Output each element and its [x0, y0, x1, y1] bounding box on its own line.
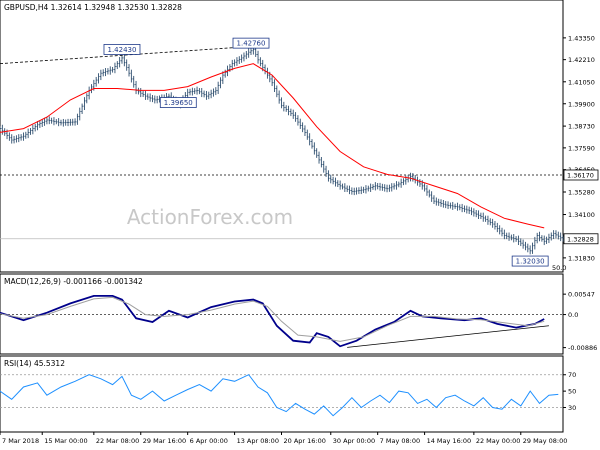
- y-tick-label: 70: [568, 371, 576, 379]
- x-axis: 7 Mar 2018 15 Mar 00:00 22 Mar 08:00 29 Mar…: [0, 432, 567, 445]
- x-tick-label: 7 Mar 2018: [2, 437, 39, 445]
- watermark: ActionForex.com: [127, 205, 293, 229]
- rsi-panel-frame: [0, 355, 564, 433]
- x-tick-label: 6 Apr 00:00: [190, 437, 228, 445]
- x-tick-label: 22 Mar 08:00: [96, 437, 139, 445]
- x-tick-label: 7 May 08:00: [380, 437, 420, 445]
- y-tick-label: 0.00547: [568, 291, 595, 299]
- y-tick-label: 50: [568, 388, 576, 396]
- chart-canvas: ActionForex.com 1.42430 1.42760 1.39650 1.3…: [0, 0, 599, 445]
- y-tick-label: 1.34100: [568, 211, 595, 219]
- price-annotation-label: 1.42760: [237, 40, 266, 48]
- x-tick-label: 30 Apr 00:00: [333, 437, 375, 445]
- y-tick-label: 1.43350: [568, 34, 595, 42]
- y-tick-label: 0.0: [568, 311, 578, 319]
- y-tick-label: 1.42210: [568, 56, 595, 64]
- price-panel-frame: [0, 0, 564, 273]
- y-tick-label: 30: [568, 404, 576, 412]
- x-tick-label: 13 Apr 08:00: [237, 437, 279, 445]
- x-tick-label: 15 Mar 00:00: [44, 437, 87, 445]
- price-annotation-label: 1.42430: [108, 46, 137, 54]
- x-tick-label: 20 Apr 16:00: [284, 437, 326, 445]
- price-edge-label: 50.0: [552, 264, 566, 272]
- y-tick-label: -0.00886: [568, 344, 597, 352]
- rsi-header: RSI(14) 45.5312: [4, 359, 65, 368]
- macd-header: MACD(12,26,9) -0.001166 -0.001342: [4, 277, 143, 286]
- y-tick-label: 1.38730: [568, 123, 595, 131]
- price-badge-label: 1.36170: [567, 171, 594, 179]
- x-tick-label: 14 May 16:00: [427, 437, 472, 445]
- y-tick-label: 1.35280: [568, 188, 595, 196]
- price-annotation-label: 1.32030: [516, 258, 545, 266]
- y-tick-label: 1.37590: [568, 144, 595, 152]
- price-annotation-label: 1.39650: [164, 99, 193, 107]
- y-tick-label: 1.31830: [568, 254, 595, 262]
- price-badge-label: 1.32828: [567, 235, 594, 243]
- price-header: GBPUSD,H4 1.32614 1.32948 1.32530 1.3282…: [4, 3, 182, 12]
- y-tick-label: 1.41050: [568, 78, 595, 86]
- x-tick-label: 22 May 00:00: [476, 437, 521, 445]
- y-axes: 1.43350 1.42210 1.41050 1.39900 1.38730 1.375…: [563, 34, 599, 412]
- y-tick-label: 1.39900: [568, 100, 595, 108]
- x-tick-label: 29 Mar 16:00: [143, 437, 186, 445]
- x-tick-label: 29 May 08:00: [523, 437, 568, 445]
- macd-panel-frame: [0, 273, 564, 355]
